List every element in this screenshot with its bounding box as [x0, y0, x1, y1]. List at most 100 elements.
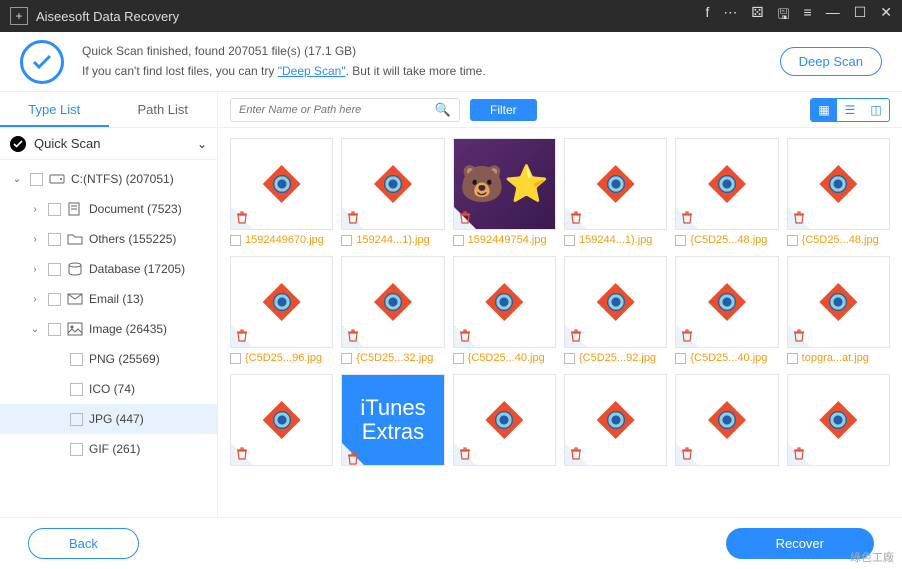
thumbnail-card[interactable] [453, 374, 556, 466]
feedback-icon[interactable]: ⋯ [723, 4, 737, 28]
close-icon[interactable]: ✕ [880, 4, 892, 28]
checkbox[interactable] [70, 443, 83, 456]
checkbox[interactable] [564, 353, 575, 364]
tab-type-list[interactable]: Type List [0, 92, 109, 127]
checkbox[interactable] [453, 235, 464, 246]
thumbnail-card[interactable]: {C5D25...48.jpg [787, 138, 890, 246]
facebook-icon[interactable]: f [706, 4, 710, 28]
thumbnail-card[interactable]: 159244...1).jpg [341, 138, 444, 246]
file-name: 1592449670.jpg [245, 234, 324, 246]
tree-gif[interactable]: GIF (261) [0, 434, 217, 464]
thumbnail-image[interactable] [230, 256, 333, 348]
thumbnail-card[interactable]: 159244...1).jpg [564, 138, 667, 246]
thumbnail-image[interactable] [675, 374, 778, 466]
trash-icon [235, 447, 249, 461]
thumbnail-card[interactable]: {C5D25...40.jpg [675, 256, 778, 364]
checkbox[interactable] [48, 233, 61, 246]
checkbox[interactable] [453, 353, 464, 364]
thumbnail-image[interactable] [675, 256, 778, 348]
search-icon[interactable]: 🔍 [435, 102, 451, 118]
checkbox[interactable] [48, 323, 61, 336]
thumbnail-image[interactable] [564, 374, 667, 466]
deep-scan-button[interactable]: Deep Scan [780, 47, 882, 76]
thumbnail-image[interactable] [453, 374, 556, 466]
thumbnail-image[interactable] [453, 256, 556, 348]
thumbnail-image[interactable] [564, 138, 667, 230]
thumbnail-card[interactable]: {C5D25...48.jpg [675, 138, 778, 246]
thumbnail-card[interactable]: iTunes Extras [341, 374, 444, 466]
checkbox[interactable] [230, 353, 241, 364]
back-button[interactable]: Back [28, 528, 139, 559]
checkbox[interactable] [675, 353, 686, 364]
menu-icon[interactable]: ≡ [804, 4, 812, 28]
checkbox[interactable] [341, 353, 352, 364]
thumbnail-card[interactable]: {C5D25...40.jpg [453, 256, 556, 364]
view-list-icon[interactable]: ☰ [837, 99, 863, 121]
thumbnail-image[interactable] [341, 256, 444, 348]
checkbox[interactable] [70, 383, 83, 396]
checkbox[interactable] [341, 235, 352, 246]
tree-others[interactable]: ›Others (155225) [0, 224, 217, 254]
deep-scan-link[interactable]: "Deep Scan" [278, 64, 346, 78]
preview-icon [597, 283, 635, 321]
thumbnail-image[interactable] [453, 138, 556, 230]
thumbnail-card[interactable] [675, 374, 778, 466]
tree-drive[interactable]: ⌄C:(NTFS) (207051) [0, 164, 217, 194]
thumbnail-image[interactable] [787, 138, 890, 230]
tab-path-list[interactable]: Path List [109, 92, 218, 127]
thumbnail-card[interactable]: 1592449670.jpg [230, 138, 333, 246]
checkbox[interactable] [564, 235, 575, 246]
tree-ico[interactable]: ICO (74) [0, 374, 217, 404]
thumbnail-image[interactable] [341, 138, 444, 230]
thumbnail-label-row: {C5D25...48.jpg [675, 234, 778, 246]
maximize-icon[interactable]: ☐ [854, 4, 867, 28]
thumbnail-card[interactable]: {C5D25...32.jpg [341, 256, 444, 364]
checkbox[interactable] [787, 235, 798, 246]
thumbnail-card[interactable]: 1592449754.jpg [453, 138, 556, 246]
preview-icon [374, 283, 412, 321]
toolbar: 🔍 Filter ▦ ☰ ◫ [218, 92, 902, 128]
thumbnail-label-row: {C5D25...32.jpg [341, 352, 444, 364]
tree-png[interactable]: PNG (25569) [0, 344, 217, 374]
gift-icon[interactable]: ⚄ [751, 4, 763, 28]
checkbox[interactable] [70, 353, 83, 366]
chevron-right-icon: › [28, 234, 42, 245]
tree-image[interactable]: ⌄Image (26435) [0, 314, 217, 344]
thumbnail-image[interactable] [787, 256, 890, 348]
thumbnail-card[interactable] [564, 374, 667, 466]
checkbox[interactable] [787, 353, 798, 364]
thumbnail-image[interactable] [230, 138, 333, 230]
tree-database[interactable]: ›Database (17205) [0, 254, 217, 284]
checkbox[interactable] [675, 235, 686, 246]
checkbox[interactable] [48, 263, 61, 276]
quick-scan-row[interactable]: Quick Scan ⌄ [0, 128, 217, 160]
checkbox[interactable] [70, 413, 83, 426]
checkbox[interactable] [230, 235, 241, 246]
chevron-down-icon[interactable]: ⌄ [197, 137, 207, 151]
tree-jpg[interactable]: JPG (447) [0, 404, 217, 434]
save-icon[interactable]: 🖫 [778, 4, 790, 28]
minimize-icon[interactable]: — [826, 4, 840, 28]
thumbnail-image[interactable] [787, 374, 890, 466]
thumbnail-card[interactable] [230, 374, 333, 466]
checkbox[interactable] [48, 203, 61, 216]
thumbnail-image[interactable]: iTunes Extras [341, 374, 444, 466]
thumbnail-image[interactable] [675, 138, 778, 230]
checkbox[interactable] [30, 173, 43, 186]
thumbnail-card[interactable]: {C5D25...92.jpg [564, 256, 667, 364]
search-box[interactable]: 🔍 [230, 98, 460, 122]
thumbnail-image[interactable] [230, 374, 333, 466]
view-detail-icon[interactable]: ◫ [863, 99, 889, 121]
thumbnail-card[interactable]: {C5D25...96.jpg [230, 256, 333, 364]
view-grid-icon[interactable]: ▦ [811, 99, 837, 121]
tree-email[interactable]: ›Email (13) [0, 284, 217, 314]
thumbnail-card[interactable]: topgra...at.jpg [787, 256, 890, 364]
thumbnail-label-row: {C5D25...96.jpg [230, 352, 333, 364]
checkbox[interactable] [48, 293, 61, 306]
filter-button[interactable]: Filter [470, 99, 537, 121]
thumbnail-card[interactable] [787, 374, 890, 466]
search-input[interactable] [239, 104, 435, 116]
file-name: {C5D25...48.jpg [690, 234, 767, 246]
tree-document[interactable]: ›Document (7523) [0, 194, 217, 224]
thumbnail-image[interactable] [564, 256, 667, 348]
